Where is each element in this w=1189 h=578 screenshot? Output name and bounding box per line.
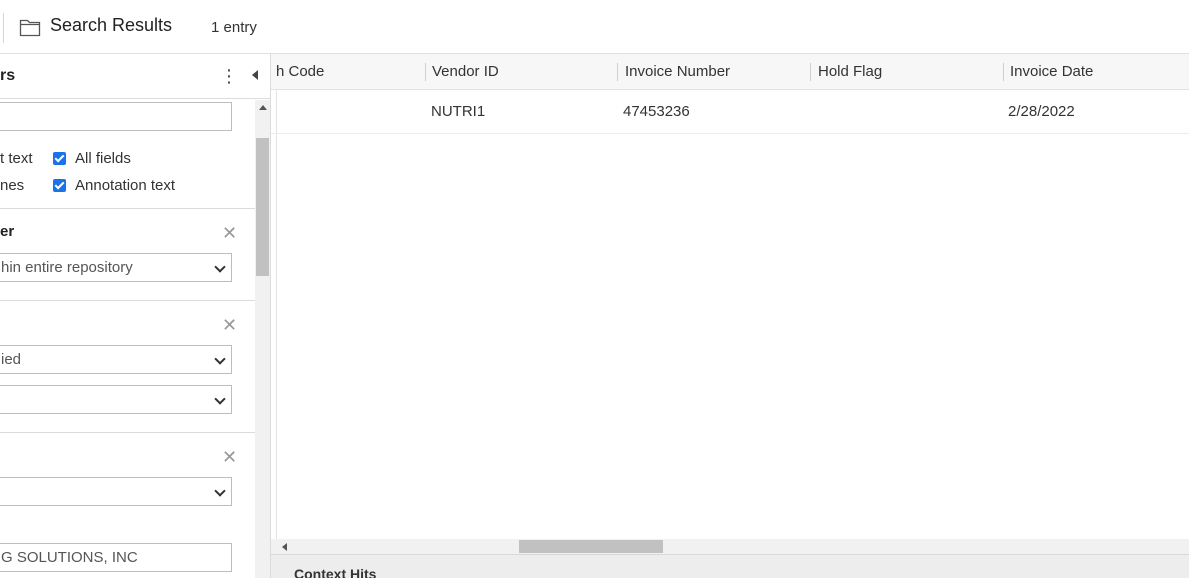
remove-field-filter-icon[interactable]: ✕ [222, 448, 237, 466]
all-fields-label[interactable]: All fields [75, 150, 131, 167]
grid-left-border [276, 90, 277, 540]
field-value-input[interactable]: G SOLUTIONS, INC [0, 543, 232, 572]
filter-panel-scrollbar[interactable] [255, 100, 270, 578]
annotation-text-label[interactable]: Annotation text [75, 177, 175, 194]
filter-panel-title: rs [0, 67, 16, 84]
filter-panel-header: rs ⋮ [0, 54, 271, 99]
more-options-icon[interactable]: ⋮ [220, 65, 238, 87]
grid-header: h Code Vendor ID Invoice Number Hold Fla… [271, 54, 1189, 90]
scrollbar-thumb[interactable] [256, 138, 269, 276]
folder-scope-dropdown[interactable]: hin entire repository [0, 253, 232, 282]
folder-icon [19, 19, 41, 37]
cell-invoice-date: 2/28/2022 [1008, 103, 1075, 120]
section-divider [0, 432, 255, 433]
chevron-down-icon [214, 261, 226, 273]
chevron-down-icon [214, 353, 226, 365]
chevron-down-icon [214, 485, 226, 497]
folder-section-title: er [0, 223, 15, 240]
table-row[interactable]: NUTRI1 47453236 2/28/2022 [271, 90, 1189, 134]
filter-scroll-area: t text All fields nes Annotation text er… [0, 100, 255, 578]
column-header-hold-flag[interactable]: Hold Flag [818, 63, 882, 80]
page-title: Search Results [50, 15, 173, 35]
field-operator-dropdown[interactable] [0, 477, 232, 506]
checkbox-label-names[interactable]: nes [0, 177, 24, 194]
column-divider[interactable] [810, 63, 811, 81]
checkbox-label-text[interactable]: t text [0, 150, 33, 167]
column-header-vendor-id[interactable]: Vendor ID [432, 63, 499, 80]
context-hits-panel: Context Hits [271, 554, 1189, 578]
scroll-left-icon[interactable] [282, 543, 287, 551]
scrollbar-thumb[interactable] [519, 540, 663, 553]
column-divider[interactable] [425, 63, 426, 81]
remove-folder-filter-icon[interactable]: ✕ [222, 224, 237, 242]
section-divider [0, 300, 255, 301]
column-divider[interactable] [617, 63, 618, 81]
context-hits-title: Context Hits [294, 566, 377, 578]
column-header-invoice-number[interactable]: Invoice Number [625, 63, 730, 80]
column-header-invoice-date[interactable]: Invoice Date [1010, 63, 1093, 80]
annotation-text-checkbox[interactable] [53, 179, 66, 192]
header-divider [3, 13, 4, 43]
chevron-down-icon [214, 393, 226, 405]
filter-operator-dropdown[interactable]: ied [0, 345, 232, 374]
section-divider [0, 208, 255, 209]
filter-value-dropdown[interactable] [0, 385, 232, 414]
column-header-code[interactable]: h Code [276, 63, 324, 80]
cell-vendor-id: NUTRI1 [431, 103, 486, 120]
entry-count: 1 entry [211, 19, 257, 36]
column-divider[interactable] [1003, 63, 1004, 81]
all-fields-checkbox[interactable] [53, 152, 66, 165]
filter-panel: rs ⋮ t text All fields nes Annotation te… [0, 54, 271, 578]
results-header: Search Results 1 entry [0, 0, 1189, 54]
cell-invoice-number: 47453236 [623, 103, 690, 120]
collapse-panel-icon[interactable] [252, 70, 258, 80]
grid-horizontal-scrollbar[interactable] [271, 539, 1189, 554]
remove-filter-icon[interactable]: ✕ [222, 316, 237, 334]
search-input[interactable] [0, 102, 232, 131]
results-grid: h Code Vendor ID Invoice Number Hold Fla… [271, 54, 1189, 554]
app-window: Search Results 1 entry rs ⋮ t text All f… [0, 0, 1189, 578]
scroll-up-icon[interactable] [259, 105, 267, 110]
